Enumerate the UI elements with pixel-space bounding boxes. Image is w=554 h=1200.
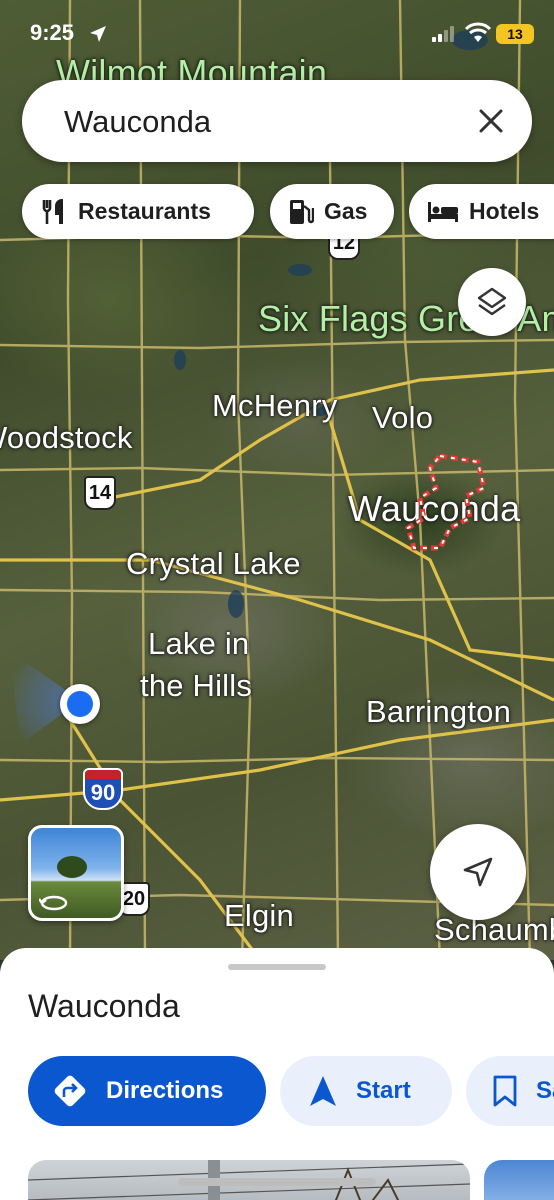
map-label-lake-in-the-hills-line1[interactable]: Lake in: [148, 626, 249, 662]
map-label-schaumburg[interactable]: Schaumburg: [434, 912, 554, 948]
wifi-icon: [465, 22, 491, 42]
navigation-arrow-icon: [463, 857, 493, 887]
fork-knife-icon: [42, 198, 63, 224]
sheet-grabber[interactable]: [228, 964, 326, 970]
street-view-tree: [57, 856, 87, 878]
map-label-elgin[interactable]: Elgin: [224, 898, 294, 934]
start-button[interactable]: Start: [280, 1056, 452, 1126]
battery-indicator: 13: [496, 24, 534, 44]
location-arrow-icon: [90, 26, 106, 42]
gas-pump-icon: [290, 199, 314, 224]
wauconda-boundary: [405, 453, 487, 551]
place-sheet[interactable]: Wauconda Directions Start Save: [0, 948, 554, 1200]
search-bar[interactable]: Wauconda: [22, 80, 532, 162]
chip-hotels-label: Hotels: [469, 198, 540, 224]
place-photo-2[interactable]: [484, 1160, 554, 1200]
interstate-90-shield: 90: [83, 768, 123, 810]
save-button[interactable]: Save: [466, 1056, 554, 1126]
cellular-signal-icon: [432, 26, 454, 42]
save-label: Save: [536, 1077, 554, 1104]
map-label-woodstock[interactable]: Woodstock: [0, 420, 133, 456]
chip-hotels[interactable]: Hotels: [409, 184, 554, 239]
start-label: Start: [356, 1077, 411, 1104]
navigation-start-icon: [310, 1076, 336, 1106]
chip-gas[interactable]: Gas: [270, 184, 394, 239]
layers-button[interactable]: [458, 268, 526, 336]
layers-icon: [477, 287, 507, 316]
map-label-barrington[interactable]: Barrington: [366, 694, 511, 730]
bookmark-icon: [493, 1075, 517, 1107]
bed-icon: [428, 201, 458, 222]
home-indicator: [178, 1178, 376, 1186]
street-view-thumbnail[interactable]: [28, 825, 124, 921]
map-label-mchenry[interactable]: McHenry: [212, 388, 337, 424]
place-title: Wauconda: [28, 988, 180, 1024]
chip-restaurants[interactable]: Restaurants: [22, 184, 254, 239]
search-query[interactable]: Wauconda: [64, 104, 211, 140]
map-label-volo[interactable]: Volo: [372, 400, 433, 436]
status-time: 9:25: [30, 20, 75, 45]
status-bar: 9:25 13: [0, 0, 554, 64]
us-14-shield: 14: [84, 476, 116, 510]
chip-gas-label: Gas: [324, 198, 368, 224]
directions-label: Directions: [106, 1077, 224, 1104]
map-label-lake-in-the-hills-line2[interactable]: the Hills: [140, 668, 252, 704]
map-label-crystal-lake[interactable]: Crystal Lake: [126, 546, 301, 582]
current-location-dot: [60, 684, 100, 724]
rotate-360-icon: [39, 895, 68, 911]
directions-button[interactable]: Directions: [28, 1056, 266, 1126]
close-icon[interactable]: [476, 106, 506, 136]
directions-icon: [54, 1075, 86, 1107]
my-location-button[interactable]: [430, 824, 526, 920]
chip-restaurants-label: Restaurants: [78, 198, 211, 224]
